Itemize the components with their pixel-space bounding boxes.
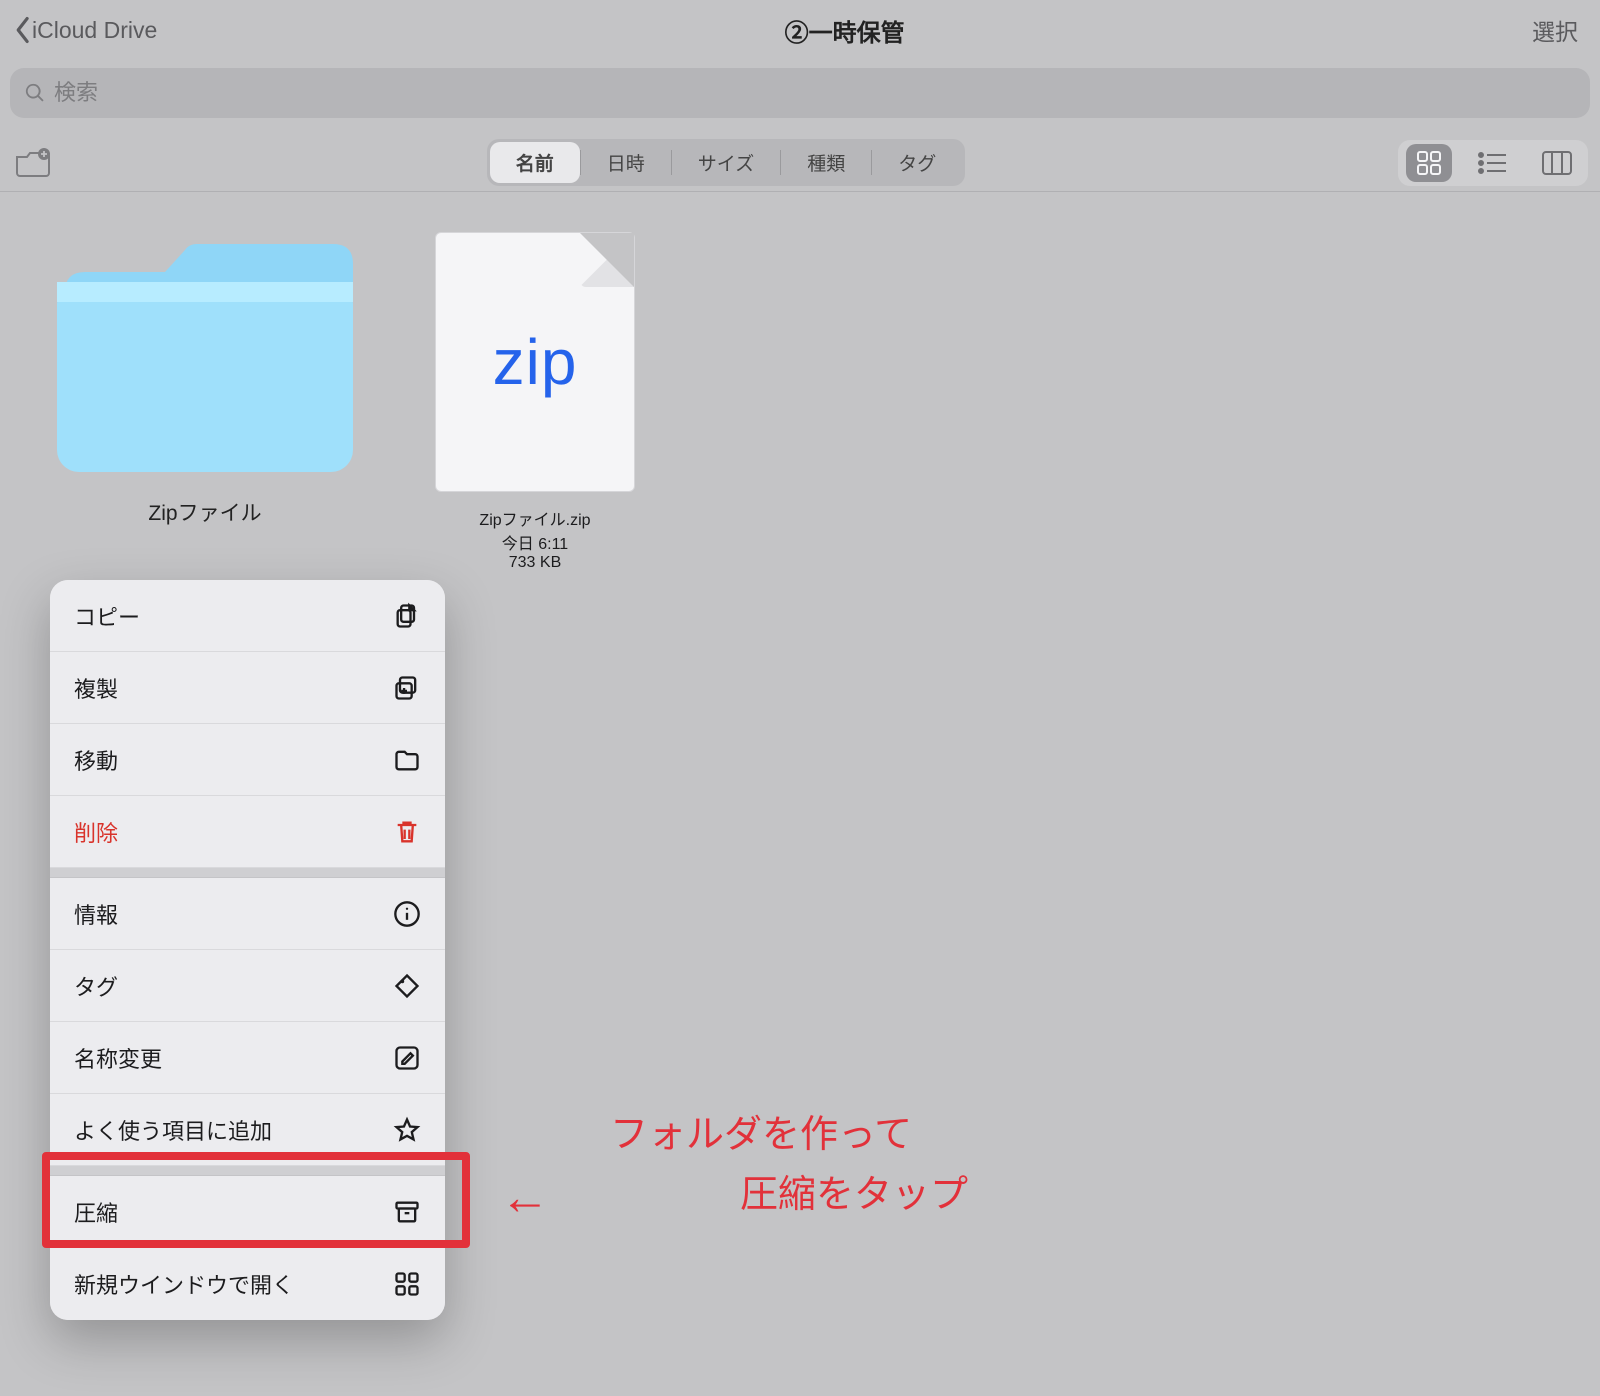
duplicate-icon (393, 674, 421, 702)
sort-size[interactable]: サイズ (672, 142, 780, 183)
folder-name: Zipファイル (40, 497, 370, 527)
search-field[interactable] (10, 68, 1590, 118)
ctx-duplicate-label: 複製 (74, 672, 118, 704)
folder-icon (45, 232, 365, 482)
ctx-info[interactable]: 情報 (50, 878, 445, 950)
zip-thumb-label: zip (493, 325, 578, 399)
zip-date: 今日 6:11 (502, 530, 568, 554)
sort-segment: 名前 日時 サイズ 種類 タグ (487, 139, 966, 186)
zip-name: Zipファイル.zip (479, 506, 590, 530)
ctx-tags[interactable]: タグ (50, 950, 445, 1022)
search-container (0, 60, 1600, 134)
back-button[interactable]: iCloud Drive (14, 16, 157, 44)
zip-thumb: zip (435, 232, 635, 492)
trash-icon (393, 818, 421, 846)
ctx-rename-label: 名称変更 (74, 1042, 162, 1074)
chevron-left-icon (14, 16, 30, 44)
back-label: iCloud Drive (32, 17, 157, 44)
tag-icon (393, 972, 421, 1000)
view-list[interactable] (1470, 144, 1516, 182)
search-icon (24, 82, 46, 104)
ctx-copy-label: コピー (74, 600, 140, 632)
grid-small-icon (393, 1270, 421, 1298)
view-grid[interactable] (1406, 144, 1452, 182)
ctx-copy[interactable]: コピー (50, 580, 445, 652)
context-menu: コピー 複製 移動 削除 情報 タグ 名称変更 (50, 580, 445, 1320)
ctx-favorite-label: よく使う項目に追加 (74, 1114, 272, 1146)
folder-plus-icon (14, 148, 52, 178)
zip-item[interactable]: zip Zipファイル.zip 今日 6:11 733 KB (430, 232, 640, 572)
annotation-line1: フォルダを作って (610, 1110, 912, 1161)
ctx-info-label: 情報 (74, 898, 118, 930)
annotation-line2: 圧縮をタップ (740, 1170, 968, 1221)
copy-icon (393, 602, 421, 630)
ctx-tags-label: タグ (74, 970, 118, 1002)
sort-tag[interactable]: タグ (872, 142, 962, 183)
annotation-arrow: ← (500, 1168, 550, 1226)
ctx-delete-label: 削除 (74, 816, 118, 848)
folder-icon (393, 746, 421, 774)
ctx-separator (50, 1166, 445, 1176)
folder-item[interactable]: Zipファイル (40, 232, 370, 527)
page-title: ②一時保管 (157, 13, 1532, 48)
ctx-duplicate[interactable]: 複製 (50, 652, 445, 724)
sort-kind[interactable]: 種類 (781, 142, 871, 183)
ctx-new-window-label: 新規ウインドウで開く (74, 1268, 294, 1300)
ctx-compress[interactable]: 圧縮 (50, 1176, 445, 1248)
ctx-move[interactable]: 移動 (50, 724, 445, 796)
ctx-delete[interactable]: 削除 (50, 796, 445, 868)
select-button[interactable]: 選択 (1532, 13, 1586, 47)
nav-bar: iCloud Drive ②一時保管 選択 (0, 0, 1600, 60)
ctx-rename[interactable]: 名称変更 (50, 1022, 445, 1094)
toolbar: 名前 日時 サイズ 種類 タグ (0, 134, 1600, 192)
ctx-move-label: 移動 (74, 744, 118, 776)
zip-size: 733 KB (509, 554, 561, 572)
columns-icon (1542, 151, 1572, 175)
ctx-new-window[interactable]: 新規ウインドウで開く (50, 1248, 445, 1320)
pencil-icon (393, 1044, 421, 1072)
info-icon (393, 900, 421, 928)
view-columns[interactable] (1534, 144, 1580, 182)
ctx-separator (50, 868, 445, 878)
sort-date[interactable]: 日時 (581, 142, 671, 183)
grid-icon (1416, 150, 1442, 176)
star-icon (393, 1116, 421, 1144)
search-input[interactable] (54, 80, 1576, 106)
file-grid: Zipファイル zip Zipファイル.zip 今日 6:11 733 KB (0, 192, 1600, 612)
ctx-favorite[interactable]: よく使う項目に追加 (50, 1094, 445, 1166)
list-icon (1478, 152, 1508, 174)
ctx-compress-label: 圧縮 (74, 1196, 118, 1228)
view-mode-group (1398, 140, 1588, 186)
sort-name[interactable]: 名前 (490, 142, 580, 183)
new-folder-button[interactable] (12, 145, 54, 181)
archive-icon (393, 1198, 421, 1226)
